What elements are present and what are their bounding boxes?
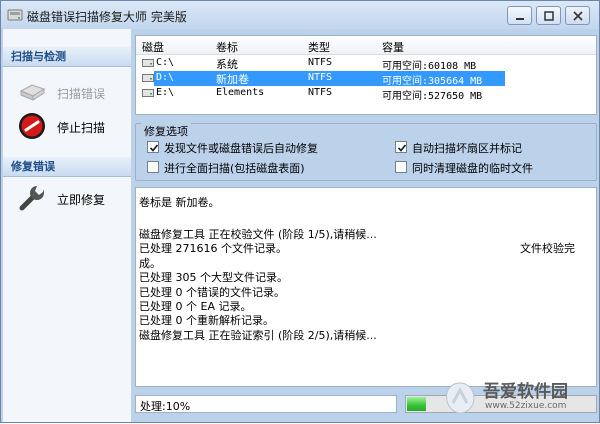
- scan-disk-icon: [19, 84, 46, 101]
- close-icon: [573, 11, 583, 21]
- option-label: 自动扫描坏扇区并标记: [412, 142, 522, 155]
- watermark-logo-icon: [446, 382, 475, 414]
- status-field: 处理:10%: [135, 395, 397, 413]
- log-line: 已处理 271616 个文件记录。: [139, 242, 287, 255]
- drive-icon: [142, 89, 154, 97]
- column-header-capacity[interactable]: 容量: [382, 39, 404, 55]
- drive-volume-label: Elements: [216, 87, 265, 98]
- site-watermark: 吾爱软件园 www.52zixue.com: [421, 373, 600, 424]
- drive-fs-type: NTFS: [308, 57, 333, 68]
- drive-letter: E:\: [156, 87, 175, 98]
- scan-log[interactable]: 卷标是 新加卷。 磁盘修复工具 正在校验文件 (阶段 1/5),请稍候... 已…: [135, 187, 597, 387]
- close-button[interactable]: [565, 6, 590, 25]
- minimize-button[interactable]: [507, 6, 532, 25]
- left-pane: 扫描与检测 扫描错误 停止扫描 修复错误 立即修复: [3, 29, 131, 422]
- repair-now-label: 立即修复: [57, 193, 106, 207]
- scan-errors-button[interactable]: 扫描错误: [17, 77, 127, 107]
- drive-capacity: 可用空间:527650 MB: [382, 91, 483, 102]
- stop-scan-button[interactable]: 停止扫描: [17, 111, 127, 141]
- checkbox-checked[interactable]: [147, 141, 159, 153]
- log-line: 卷标是 新加卷。: [139, 196, 220, 209]
- column-header-drive[interactable]: 磁盘: [142, 39, 164, 55]
- watermark-brand: 吾爱软件园: [483, 382, 568, 402]
- wrench-icon: [19, 186, 44, 211]
- drive-list-header: 磁盘 卷标 类型 容量: [136, 36, 596, 55]
- log-line: 磁盘修复工具 正在验证索引 (阶段 2/5),请稍候...: [139, 329, 377, 342]
- checkbox-unchecked[interactable]: [395, 161, 407, 173]
- section-header-scan: 扫描与检测: [3, 47, 131, 67]
- column-header-type[interactable]: 类型: [308, 39, 330, 55]
- option-label: 发现文件或磁盘错误后自动修复: [164, 142, 318, 155]
- maximize-button[interactable]: [536, 6, 561, 25]
- drive-list[interactable]: 磁盘 卷标 类型 容量 C:\ 系统 NTFS 可用空间:60108 MB D:…: [135, 35, 597, 115]
- drive-fs-type: NTFS: [308, 72, 333, 83]
- checkbox-unchecked[interactable]: [147, 161, 159, 173]
- drive-icon: [142, 74, 154, 82]
- drive-row-selected[interactable]: D:\ 新加卷 NTFS 可用空间:305664 MB: [136, 71, 596, 87]
- scan-errors-label: 扫描错误: [57, 87, 106, 101]
- maximize-icon: [544, 11, 554, 21]
- section-header-repair: 修复错误: [3, 157, 131, 177]
- column-header-label[interactable]: 卷标: [216, 39, 238, 55]
- drive-row[interactable]: C:\ 系统 NTFS 可用空间:60108 MB: [136, 56, 596, 72]
- option-label: 同时清理磁盘的临时文件: [412, 162, 533, 175]
- app-window: 磁盘错误扫描修复大师 完美版 扫描与检测 扫描错误 停止扫描 修复错误 立即修复…: [0, 0, 600, 423]
- drive-capacity: 可用空间:305664 MB: [382, 76, 483, 87]
- option-label: 进行全面扫描(包括磁盘表面): [164, 162, 305, 175]
- checkbox-checked[interactable]: [395, 141, 407, 153]
- repair-now-button[interactable]: 立即修复: [17, 183, 127, 213]
- log-line: 已处理 0 个重新解析记录。: [139, 314, 274, 327]
- drive-icon: [142, 59, 154, 67]
- drive-letter: C:\: [156, 57, 175, 68]
- stop-scan-label: 停止扫描: [57, 121, 106, 135]
- drive-volume-label: 系统: [216, 58, 238, 71]
- log-line-fragment: 文件校验完: [520, 242, 575, 255]
- checkmark-icon: [149, 144, 159, 152]
- drive-fs-type: NTFS: [308, 87, 333, 98]
- repair-options-title: 修复选项: [141, 123, 191, 139]
- watermark-url: www.52zixue.com: [485, 401, 567, 411]
- stop-icon: [19, 113, 45, 139]
- window-title: 磁盘错误扫描修复大师 完美版: [27, 10, 187, 24]
- title-bar[interactable]: 磁盘错误扫描修复大师 完美版: [1, 1, 599, 29]
- drive-row[interactable]: E:\ Elements NTFS 可用空间:527650 MB: [136, 86, 596, 102]
- minimize-icon: [516, 18, 524, 20]
- drive-letter: D:\: [156, 72, 175, 83]
- drive-volume-label: 新加卷: [216, 73, 249, 86]
- drive-capacity: 可用空间:60108 MB: [382, 61, 477, 72]
- status-text: 处理:10%: [140, 400, 191, 413]
- app-disk-icon: [7, 9, 23, 21]
- checkmark-icon: [397, 144, 407, 152]
- log-line: 已处理 305 个大型文件记录。: [139, 271, 288, 284]
